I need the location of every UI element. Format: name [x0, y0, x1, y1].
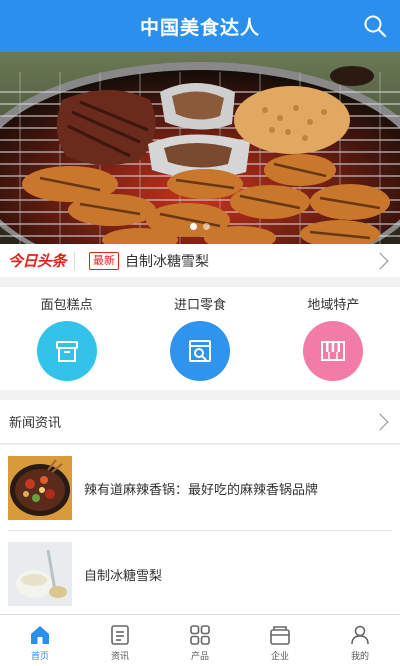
- banner-image: [0, 52, 400, 244]
- divider: [74, 251, 75, 270]
- category-icon-circle[interactable]: [36, 321, 97, 381]
- tab-home[interactable]: 首页: [0, 615, 80, 666]
- category-label: 进口零食: [173, 298, 226, 313]
- tab-products[interactable]: 产品: [160, 615, 240, 666]
- carousel-dot[interactable]: [203, 223, 210, 230]
- chevron-right-icon: [371, 413, 389, 430]
- carousel-indicator[interactable]: [0, 223, 400, 230]
- user-icon: [351, 625, 369, 645]
- search-box-icon: [188, 340, 211, 362]
- tab-news[interactable]: 资讯: [80, 615, 160, 666]
- piano-icon: [321, 341, 346, 361]
- headline-ticker[interactable]: 今日头条 最新 自制冰糖雪梨: [0, 244, 400, 277]
- news-thumbnail: [8, 542, 72, 606]
- category-icon-circle[interactable]: [169, 321, 230, 381]
- tab-label: 企业: [270, 652, 289, 662]
- news-thumbnail: [8, 456, 72, 520]
- new-badge: 最新: [89, 251, 119, 270]
- section-title: 新闻资讯: [9, 416, 62, 431]
- page-title: 中国美食达人: [139, 16, 260, 39]
- category-local-specialties[interactable]: 地域特产: [267, 287, 400, 390]
- tab-label: 产品: [190, 652, 209, 662]
- search-icon[interactable]: [362, 13, 388, 39]
- news-section-header[interactable]: 新闻资讯: [0, 400, 400, 444]
- tab-profile[interactable]: 我的: [320, 615, 400, 666]
- category-grid: 面包糕点 进口零食 地域特产: [0, 287, 400, 390]
- banner-carousel[interactable]: [0, 52, 400, 244]
- carousel-dot[interactable]: [190, 223, 197, 230]
- grid-icon: [190, 625, 210, 645]
- headline-text[interactable]: 自制冰糖雪梨: [125, 251, 374, 271]
- news-list-item[interactable]: 辣有道麻辣香锅：最好吃的麻辣香锅品牌: [0, 445, 400, 531]
- tab-label: 资讯: [110, 652, 129, 662]
- category-bakery[interactable]: 面包糕点: [0, 287, 133, 390]
- chevron-right-icon: [371, 252, 389, 269]
- category-label: 面包糕点: [40, 298, 93, 313]
- news-title: 自制冰糖雪梨: [84, 568, 163, 584]
- app-header: 中国美食达人: [0, 0, 400, 52]
- tab-company[interactable]: 企业: [240, 615, 320, 666]
- box-icon: [55, 341, 78, 362]
- category-imported-snacks[interactable]: 进口零食: [133, 287, 266, 390]
- category-label: 地域特产: [307, 298, 360, 313]
- news-list-item[interactable]: 自制冰糖雪梨: [0, 531, 400, 617]
- tab-label: 我的: [350, 652, 369, 662]
- company-icon: [270, 626, 290, 645]
- headline-logo: 今日头条: [8, 252, 67, 270]
- news-icon: [111, 625, 129, 645]
- bottom-tab-bar: 首页 资讯 产品 企业 我的: [0, 614, 400, 666]
- news-title: 辣有道麻辣香锅：最好吃的麻辣香锅品牌: [84, 482, 319, 498]
- home-icon: [31, 626, 49, 644]
- category-icon-circle[interactable]: [303, 321, 364, 381]
- tab-label: 首页: [30, 652, 49, 662]
